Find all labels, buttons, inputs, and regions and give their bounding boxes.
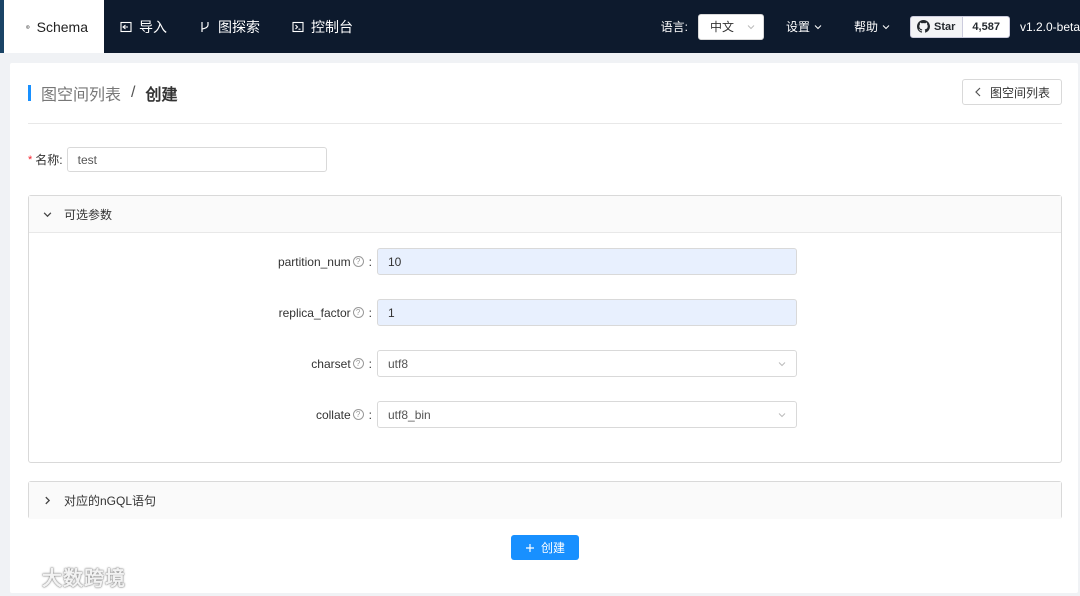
chevron-down-icon: [778, 361, 786, 366]
watermark-logo-icon: [9, 567, 34, 586]
schema-icon: [26, 24, 30, 29]
label-colon: :: [368, 356, 372, 371]
language-value: 中文: [709, 20, 734, 34]
nav-schema[interactable]: Schema: [0, 0, 104, 53]
name-row: * 名称: test: [28, 147, 327, 172]
chevron-down-icon: [43, 211, 52, 217]
optional-params-panel: 可选参数 partition_num ? : 10 replica_factor…: [28, 195, 1062, 463]
name-input[interactable]: test: [66, 147, 327, 172]
github-icon: [917, 20, 931, 33]
chevron-right-icon: [45, 496, 51, 505]
name-label: 名称:: [35, 153, 63, 167]
collate-select[interactable]: utf8_bin: [377, 401, 797, 428]
label-colon: :: [368, 254, 372, 269]
collate-row: collate ? : utf8_bin: [29, 401, 1063, 428]
back-to-list-button[interactable]: 图空间列表: [962, 79, 1062, 105]
nav-import-label: 导入: [139, 18, 167, 35]
question-circle-icon[interactable]: ?: [352, 409, 364, 420]
settings-label: 设置: [785, 20, 810, 34]
charset-select[interactable]: utf8: [377, 350, 797, 377]
chevron-down-icon: [814, 24, 822, 29]
replica-factor-input[interactable]: 1: [377, 299, 797, 326]
watermark-text: 大数跨境: [42, 568, 126, 590]
top-nav: Schema 导入 图探索 控制台 语言: 中文 设置 帮助 Star 4,58…: [0, 0, 1080, 53]
collate-value: utf8_bin: [388, 407, 431, 422]
ngql-panel: 对应的nGQL语句: [28, 481, 1062, 519]
title-accent-bar: [28, 85, 31, 101]
question-circle-icon[interactable]: ?: [352, 307, 364, 318]
optional-params-header[interactable]: 可选参数: [29, 196, 1061, 233]
nav-console-label: 控制台: [311, 18, 353, 35]
github-star-button[interactable]: Star: [910, 15, 964, 38]
charset-row: charset ? : utf8: [29, 350, 1063, 377]
required-marker: *: [28, 153, 33, 166]
replica-factor-text: replica_factor: [278, 305, 351, 320]
nav-schema-label: Schema: [36, 18, 88, 35]
collate-label: collate ? :: [29, 408, 377, 422]
nav-import[interactable]: 导入: [104, 0, 183, 53]
nav-console[interactable]: 控制台: [276, 0, 369, 53]
settings-menu[interactable]: 设置: [786, 18, 822, 35]
ngql-panel-header[interactable]: 对应的nGQL语句: [29, 482, 1061, 519]
help-label: 帮助: [854, 20, 879, 34]
page-title: 创建: [145, 87, 178, 104]
nav-explore-label: 图探索: [218, 18, 260, 35]
create-button-label: 创建: [540, 541, 565, 555]
github-star-label: Star: [934, 20, 956, 33]
question-circle-icon[interactable]: ?: [352, 358, 364, 369]
plus-icon: [525, 543, 534, 552]
replica-factor-label: replica_factor ? :: [29, 306, 377, 320]
charset-label: charset ? :: [29, 357, 377, 371]
chevron-left-icon: [975, 87, 981, 97]
charset-value: utf8: [388, 356, 409, 371]
language-select[interactable]: 中文: [697, 13, 764, 40]
watermark: 大数跨境: [8, 562, 126, 591]
partition-num-input[interactable]: 10: [377, 248, 797, 275]
chevron-down-icon: [747, 24, 755, 29]
breadcrumb-separator: /: [131, 84, 136, 101]
ngql-panel-title: 对应的nGQL语句: [64, 494, 157, 508]
chevron-down-icon: [882, 24, 890, 29]
partition-num-row: partition_num ? : 10: [29, 248, 1063, 275]
optional-params-title: 可选参数: [64, 207, 113, 222]
collate-text: collate: [315, 407, 351, 422]
label-colon: :: [368, 407, 372, 422]
branch-icon: [201, 21, 209, 32]
nav-explore[interactable]: 图探索: [183, 0, 276, 53]
page-header: 图空间列表 / 创建 图空间列表: [28, 63, 1062, 124]
replica-factor-row: replica_factor ? : 1: [29, 299, 1063, 326]
chevron-down-icon: [778, 412, 786, 417]
create-button[interactable]: 创建: [511, 535, 579, 560]
help-menu[interactable]: 帮助: [854, 18, 890, 35]
console-icon: [292, 21, 304, 32]
github-star-count[interactable]: 4,587: [963, 15, 1010, 38]
partition-num-text: partition_num: [277, 254, 351, 269]
breadcrumb-space-list[interactable]: 图空间列表: [41, 81, 121, 105]
charset-text: charset: [311, 356, 351, 371]
version-label[interactable]: v1.2.0-beta: [1020, 20, 1080, 34]
label-colon: :: [368, 305, 372, 320]
github-star-widget[interactable]: Star 4,587: [910, 15, 1010, 38]
question-circle-icon[interactable]: ?: [352, 256, 364, 267]
language-label: 语言:: [660, 20, 688, 34]
import-icon: [120, 21, 132, 32]
main-card: 图空间列表 / 创建 图空间列表 * 名称: test 可选参数 partiti…: [10, 63, 1078, 593]
nav-right: 语言: 中文 设置 帮助 Star 4,587 v1.2.0-beta: [661, 0, 1080, 53]
partition-num-label: partition_num ? :: [29, 255, 377, 269]
back-button-label: 图空间列表: [989, 85, 1050, 100]
